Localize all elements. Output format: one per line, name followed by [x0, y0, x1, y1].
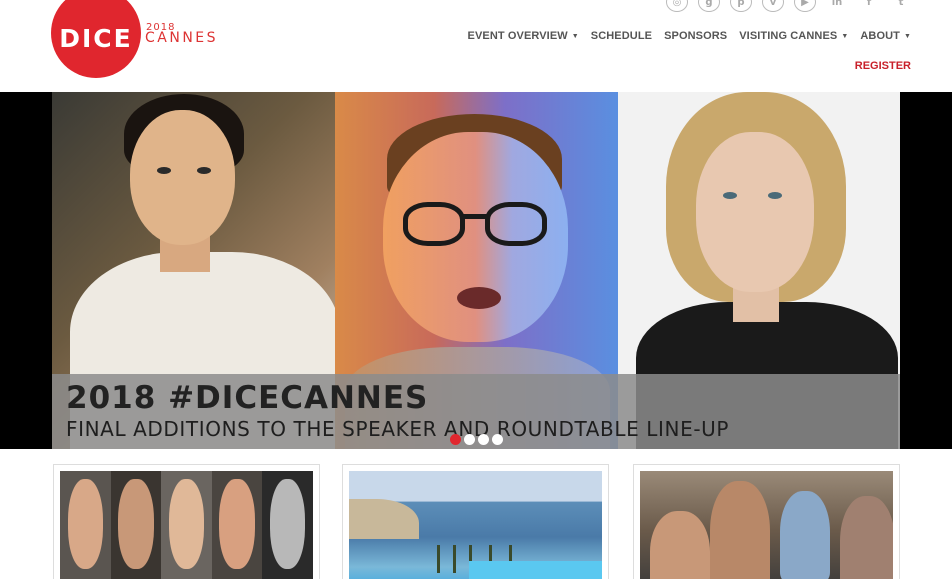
instagram-icon[interactable]: ◎	[666, 0, 688, 12]
youtube-icon[interactable]: ▶	[794, 0, 816, 12]
cannes-image	[349, 471, 602, 579]
hero-subtitle: FINAL ADDITIONS TO THE SPEAKER AND ROUND…	[66, 417, 730, 441]
logo-city: CANNES	[145, 30, 219, 46]
roundtable-image	[640, 471, 893, 579]
photo-detail	[60, 471, 111, 579]
photo-detail	[157, 167, 171, 174]
photo-detail	[437, 545, 440, 573]
hero-title: 2018 #DICECANNES	[66, 380, 429, 416]
feature-card[interactable]	[342, 464, 609, 579]
site-header: DICE 2018 CANNES ◎ g p v ▶ in f t EVENT …	[0, 0, 952, 92]
feature-card[interactable]	[53, 464, 320, 579]
photo-detail	[118, 479, 154, 569]
vine-icon[interactable]: v	[762, 0, 784, 12]
logo-text: DICE	[59, 23, 133, 53]
nav-label: SPONSORS	[664, 30, 728, 42]
hero-carousel[interactable]: 2018 #DICECANNES FINAL ADDITIONS TO THE …	[0, 92, 952, 449]
nav-label: SCHEDULE	[590, 30, 653, 42]
pinterest-icon[interactable]: p	[730, 0, 752, 12]
photo-detail	[168, 479, 205, 569]
photo-detail	[211, 471, 263, 579]
photo-detail	[650, 511, 710, 579]
nav-schedule[interactable]: SCHEDULE	[591, 30, 652, 42]
photo-detail	[469, 561, 602, 579]
caret-down-icon: ▼	[903, 33, 911, 40]
carousel-indicators	[450, 434, 503, 445]
nav-sponsors[interactable]: SPONSORS	[664, 30, 727, 42]
photo-detail	[349, 499, 419, 539]
photo-detail	[262, 471, 313, 579]
nav-visiting-cannes[interactable]: VISITING CANNES ▼	[739, 30, 848, 42]
feature-card[interactable]	[633, 464, 900, 579]
photo-detail	[197, 167, 211, 174]
carousel-dot[interactable]	[478, 434, 489, 445]
photo-detail	[130, 110, 235, 245]
photo-detail	[161, 471, 212, 579]
photo-detail	[403, 202, 465, 246]
caret-down-icon: ▼	[571, 33, 579, 40]
hero-slide: 2018 #DICECANNES FINAL ADDITIONS TO THE …	[52, 92, 900, 449]
nav-event-overview[interactable]: EVENT OVERVIEW ▼	[468, 30, 579, 42]
linkedin-icon[interactable]: in	[826, 0, 848, 12]
photo-detail	[110, 471, 162, 579]
photo-detail	[696, 132, 814, 292]
photo-detail	[710, 481, 770, 579]
carousel-dot[interactable]	[450, 434, 461, 445]
photo-detail	[768, 192, 782, 199]
google-plus-icon[interactable]: g	[698, 0, 720, 12]
photo-detail	[219, 479, 255, 569]
register-link[interactable]: REGISTER	[855, 60, 911, 72]
carousel-dot[interactable]	[464, 434, 475, 445]
photo-detail	[457, 287, 501, 309]
photo-detail	[485, 202, 547, 246]
social-links: ◎ g p v ▶ in f t	[666, 0, 912, 12]
nav-label: VISITING CANNES	[739, 30, 838, 42]
main-nav: EVENT OVERVIEW ▼ SCHEDULE SPONSORS VISITI…	[468, 30, 911, 42]
photo-detail	[463, 214, 487, 219]
dice-logo[interactable]: DICE	[51, 0, 141, 78]
photo-detail	[269, 479, 306, 569]
caret-down-icon: ▼	[841, 33, 849, 40]
nav-about[interactable]: ABOUT ▼	[860, 30, 911, 42]
nav-label: ABOUT	[860, 30, 900, 42]
photo-detail	[723, 192, 737, 199]
photo-detail	[67, 479, 103, 569]
twitter-icon[interactable]: t	[890, 0, 912, 12]
photo-detail	[453, 545, 456, 573]
nav-label: EVENT OVERVIEW	[467, 30, 568, 42]
carousel-dot[interactable]	[492, 434, 503, 445]
speakers-image	[60, 471, 313, 579]
photo-detail	[840, 496, 893, 579]
facebook-icon[interactable]: f	[858, 0, 880, 12]
photo-detail	[780, 491, 830, 579]
